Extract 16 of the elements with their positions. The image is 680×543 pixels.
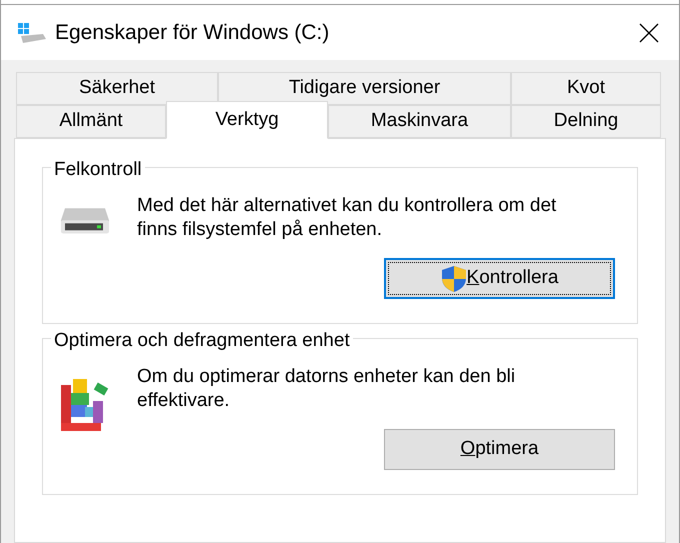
drive-icon [17,22,47,44]
action-button[interactable]: Optimera [384,429,615,470]
tab[interactable]: Kvot [511,72,661,105]
window-title: Egenskaper för Windows (C:) [55,20,330,46]
drive-icon [59,206,111,235]
tab[interactable]: Allmänt [16,105,166,138]
tab[interactable]: Maskinvara [328,105,511,138]
shield-icon [440,264,467,292]
action-button[interactable]: Kontrollera [384,258,615,299]
close-icon[interactable] [639,22,659,42]
tab[interactable]: Tidigare versioner [218,72,511,105]
tab[interactable]: Verktyg [166,101,328,139]
tab[interactable]: Säkerhet [16,72,218,105]
description: Med det här alternativet kan du kontrollera om det finns filsystemfel på enheten. [137,194,558,242]
tab[interactable]: Delning [511,105,661,138]
description: Om du optimerar datorns enheter kan den bli effektivare. [137,365,516,413]
